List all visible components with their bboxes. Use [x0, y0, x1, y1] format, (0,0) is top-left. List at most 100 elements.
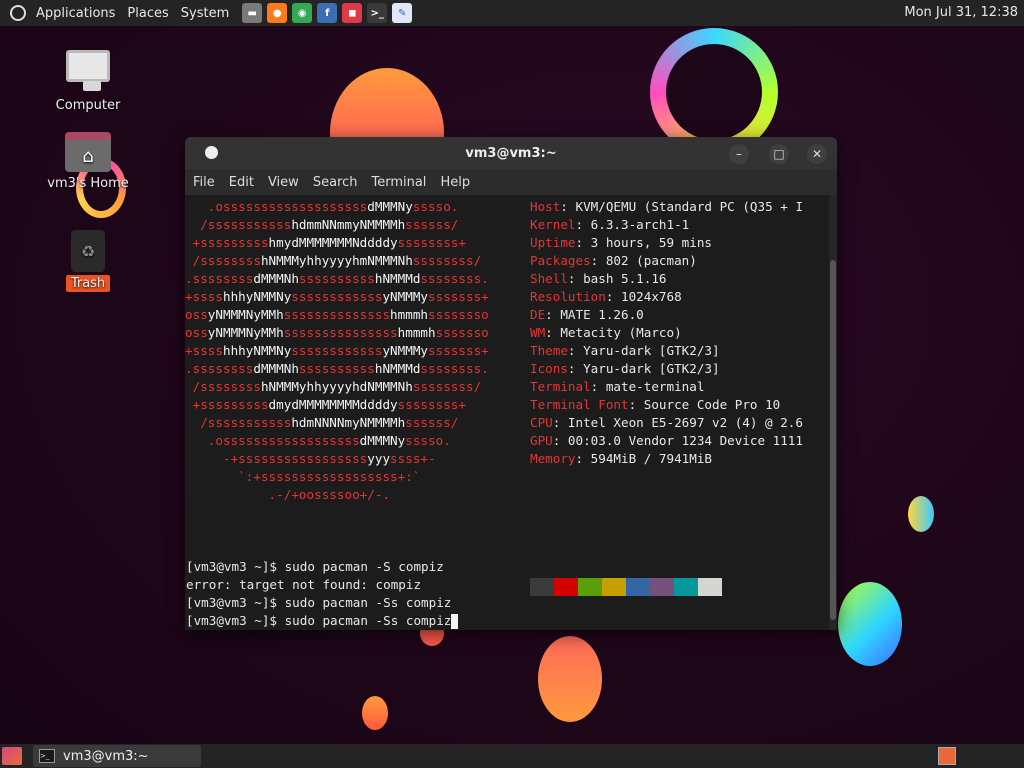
- chrome-icon[interactable]: ◉: [292, 3, 313, 23]
- sysinfo-value: 00:03.0 Vendor 1234 Device 1111: [567, 433, 803, 448]
- sysinfo-row: Resolution: 1024x768: [530, 289, 682, 304]
- system-menu[interactable]: System: [175, 0, 235, 26]
- sysinfo-row: DE: MATE 1.26.0: [530, 307, 644, 322]
- screenshot-icon[interactable]: ◼: [342, 3, 363, 23]
- color-swatch: [626, 578, 650, 596]
- ascii-line: /ssssssssssshdmmNNmmyNMMMMhssssss/: [200, 217, 459, 232]
- applications-menu[interactable]: Applications: [30, 0, 121, 26]
- desktop-icon-home[interactable]: ⌂ vm3's Home: [38, 132, 138, 191]
- sysinfo-row: Memory: 594MiB / 7941MiB: [530, 451, 712, 466]
- ascii-line: +sssssssssdmydMMMMMMMMddddyssssssss+: [192, 397, 466, 412]
- launcher-area: ▬ ● ◉ f ◼ >_ ✎: [237, 3, 413, 23]
- sysinfo-value: KVM/QEMU (Standard PC (Q35 + I: [575, 199, 803, 214]
- sysinfo-value: 594MiB / 7941MiB: [590, 451, 712, 466]
- sysinfo-value: Source Code Pro 10: [643, 397, 781, 412]
- text-editor-icon[interactable]: ✎: [392, 3, 413, 23]
- menu-terminal[interactable]: Terminal: [365, 175, 434, 190]
- ascii-line: .-/+oossssoo+/-.: [268, 487, 391, 502]
- close-button[interactable]: ✕: [807, 144, 827, 164]
- sysinfo-value: 1024x768: [621, 289, 682, 304]
- color-swatch: [578, 578, 602, 596]
- clock[interactable]: Mon Jul 31, 12:38: [904, 5, 1018, 20]
- ascii-line: ossyNMMMNyMMhssssssssssssssshmmmhsssssso: [185, 325, 489, 340]
- sysinfo-key: GPU: [530, 433, 553, 448]
- terminal-scrollbar[interactable]: [829, 195, 837, 630]
- sysinfo-key: Kernel: [530, 217, 576, 232]
- sysinfo-row: Shell: bash 5.1.16: [530, 271, 667, 286]
- sysinfo-value: bash 5.1.16: [583, 271, 667, 286]
- sysinfo-key: DE: [530, 307, 546, 322]
- sysinfo-value: 802 (pacman): [605, 253, 697, 268]
- desktop-icon-label: Trash: [65, 275, 111, 292]
- color-swatch: [650, 578, 674, 596]
- ascii-line: .ssssssssdMMMNhsssssssssshNMMMdssssssss.: [185, 271, 489, 286]
- wallpaper-blob: [362, 696, 388, 730]
- terminal-icon[interactable]: >_: [367, 3, 388, 23]
- bottom-panel: >_ vm3@vm3:~: [0, 744, 1024, 768]
- color-palette: [530, 542, 722, 630]
- top-panel: Applications Places System ▬ ● ◉ f ◼ >_ ✎ Mon …: [0, 0, 1024, 26]
- menu-help[interactable]: Help: [434, 175, 478, 190]
- ascii-line: /sssssssshNMMMyhhyyyyhmNMMMNhssssssss/: [192, 253, 482, 268]
- menu-view[interactable]: View: [262, 175, 307, 190]
- sysinfo-row: Theme: Yaru-dark [GTK2/3]: [530, 343, 720, 358]
- sysinfo-value: Intel Xeon E5-2697 v2 (4) @ 2.6: [567, 415, 803, 430]
- taskbar-item-terminal[interactable]: >_ vm3@vm3:~: [33, 745, 201, 767]
- sysinfo-key: Terminal: [530, 379, 591, 394]
- desktop-icon-label: vm3's Home: [47, 176, 129, 191]
- sysinfo-key: WM: [530, 325, 546, 340]
- color-swatch: [530, 578, 554, 596]
- sysinfo-key: Packages: [530, 253, 591, 268]
- sysinfo-row: Host: KVM/QEMU (Standard PC (Q35 + I: [530, 199, 803, 214]
- ascii-line: .osssssssssssssssssssdMMMNysssso.: [207, 199, 459, 214]
- color-swatch: [674, 578, 698, 596]
- shell-line: [vm3@vm3 ~]$ sudo pacman -S compiz: [186, 559, 444, 574]
- places-menu[interactable]: Places: [121, 0, 174, 26]
- sysinfo-key: Theme: [530, 343, 568, 358]
- menu-edit[interactable]: Edit: [223, 175, 262, 190]
- files-icon[interactable]: ▬: [242, 3, 263, 23]
- taskbar-item-label: vm3@vm3:~: [63, 748, 149, 764]
- sysinfo-key: Host: [530, 199, 561, 214]
- show-desktop-button[interactable]: [2, 747, 22, 765]
- sysinfo-value: 3 hours, 59 mins: [590, 235, 712, 250]
- scrollbar-thumb[interactable]: [830, 260, 836, 620]
- sysinfo-value: Metacity (Marco): [560, 325, 682, 340]
- computer-icon: [66, 50, 110, 91]
- minimize-button[interactable]: –: [729, 144, 749, 164]
- color-swatch: [602, 578, 626, 596]
- fedora-icon[interactable]: f: [317, 3, 338, 23]
- shell-line: error: target not found: compiz: [186, 577, 422, 592]
- menu-search[interactable]: Search: [307, 175, 366, 190]
- desktop-icon-label: Computer: [55, 98, 121, 113]
- desktop-icon-computer[interactable]: Computer: [38, 50, 138, 113]
- terminal-screen[interactable]: .osssssssssssssssssssdMMMNysssso. /sssss…: [185, 195, 829, 630]
- terminal-window[interactable]: vm3@vm3:~ – □ ✕ File Edit View Search Te…: [185, 137, 837, 630]
- distro-logo-icon[interactable]: [10, 5, 26, 21]
- firefox-icon[interactable]: ●: [267, 3, 288, 23]
- color-swatch: [554, 578, 578, 596]
- sysinfo-key: Icons: [530, 361, 568, 376]
- sysinfo-row: Packages: 802 (pacman): [530, 253, 697, 268]
- ascii-line: +sssshhhyNMMNyssssssssssssyNMMMysssssss+: [185, 289, 489, 304]
- text-cursor: [451, 614, 459, 629]
- sysinfo-row: Icons: Yaru-dark [GTK2/3]: [530, 361, 720, 376]
- shell-output: [vm3@vm3 ~]$ sudo pacman -S compiz error:…: [186, 558, 459, 630]
- sysinfo-row: Terminal Font: Source Code Pro 10: [530, 397, 781, 412]
- sysinfo-row: Kernel: 6.3.3-arch1-1: [530, 217, 690, 232]
- sysinfo-key: CPU: [530, 415, 553, 430]
- menu-file[interactable]: File: [187, 175, 223, 190]
- ascii-logo: .osssssssssssssssssssdMMMNysssso. /sssss…: [185, 198, 515, 504]
- maximize-button[interactable]: □: [769, 144, 789, 164]
- window-titlebar[interactable]: vm3@vm3:~ – □ ✕: [185, 137, 837, 169]
- sysinfo-value: 6.3.3-arch1-1: [590, 217, 690, 232]
- sysinfo-row: WM: Metacity (Marco): [530, 325, 682, 340]
- shell-line: [vm3@vm3 ~]$ sudo pacman -Ss compiz: [186, 612, 459, 630]
- sysinfo-key: Uptime: [530, 235, 576, 250]
- ascii-line: +ssssssssshmydMMMMMMMNddddyssssssss+: [192, 235, 466, 250]
- home-folder-icon: ⌂: [65, 132, 111, 172]
- desktop-icon-trash[interactable]: ♻ Trash: [38, 230, 138, 292]
- ascii-line: .ssssssssdMMMNhsssssssssshNMMMdssssssss.: [185, 361, 489, 376]
- ascii-line: -+sssssssssssssssssyyyssss+-: [222, 451, 436, 466]
- workspace-switcher[interactable]: [938, 747, 956, 765]
